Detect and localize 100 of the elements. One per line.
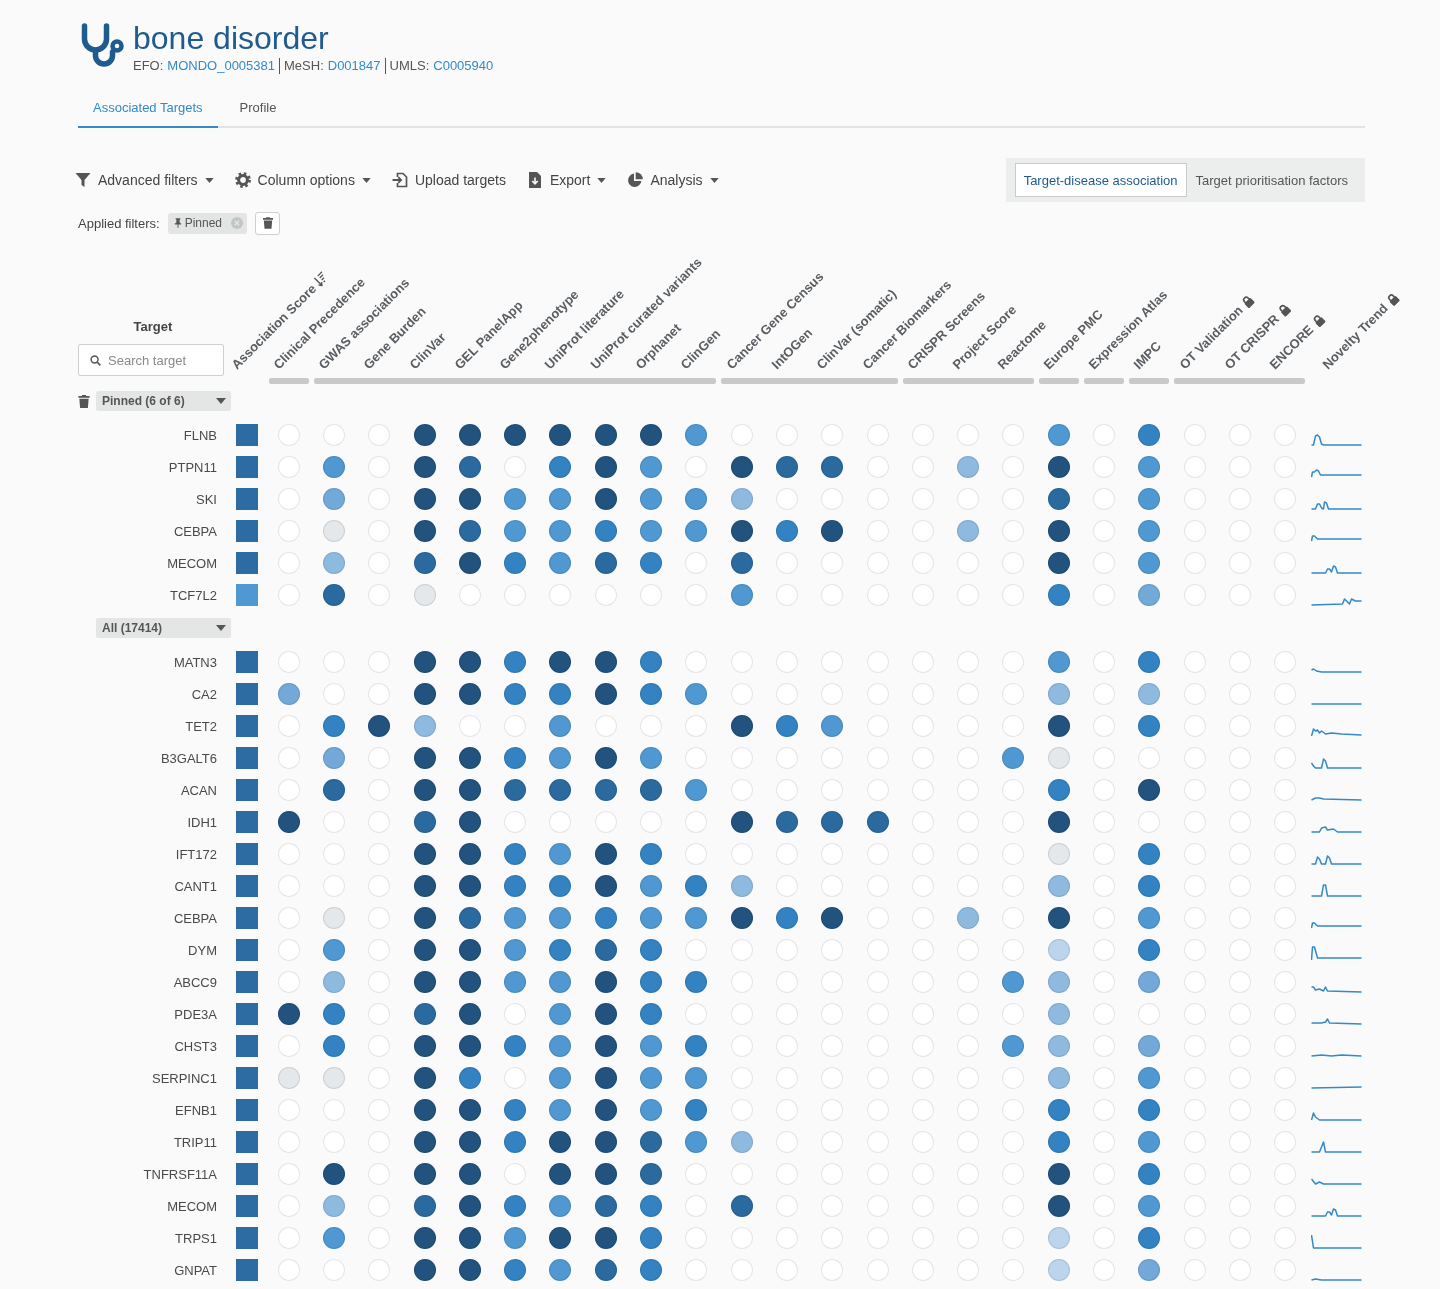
toggle-option[interactable]: Target-disease association — [1014, 163, 1187, 197]
trend-sparkline — [1310, 1086, 1362, 1089]
caret-icon — [216, 625, 226, 631]
score-square-icon[interactable] — [236, 971, 258, 993]
score-square-icon[interactable] — [236, 939, 258, 961]
score-square-icon[interactable] — [236, 1035, 258, 1057]
column-group-bar — [1083, 378, 1125, 384]
trend-sparkline — [1310, 728, 1362, 737]
score-square-icon[interactable] — [236, 1227, 258, 1249]
trend-sparkline — [1310, 434, 1362, 446]
search-field[interactable]: Search target — [78, 344, 224, 376]
target-name[interactable]: SKI — [196, 491, 228, 507]
score-square-icon[interactable] — [236, 1195, 258, 1217]
trend-sparkline — [1310, 986, 1362, 993]
target-name[interactable]: CEBPA — [173, 910, 228, 926]
trend-sparkline — [1310, 565, 1362, 574]
score-square-icon[interactable] — [236, 1259, 258, 1281]
trend-sparkline — [1310, 703, 1362, 705]
target-name[interactable]: ACAN — [180, 782, 228, 798]
target-name[interactable]: TRPS1 — [175, 1230, 228, 1246]
score-square-icon[interactable] — [236, 1099, 258, 1121]
trend-sparkline — [1310, 1234, 1362, 1249]
section-dropdown[interactable]: Pinned (6 of 6) — [96, 391, 231, 411]
score-square-icon[interactable] — [236, 456, 258, 478]
target-name[interactable]: MECOM — [167, 555, 228, 571]
score-square-icon[interactable] — [236, 584, 258, 606]
score-square-icon[interactable] — [236, 552, 258, 574]
toolbar-button[interactable]: Analysis — [627, 168, 719, 192]
target-name[interactable]: TCF7L2 — [170, 587, 228, 603]
toolbar-button[interactable]: Column options — [234, 168, 371, 192]
trend-sparkline — [1310, 1278, 1362, 1281]
score-square-icon[interactable] — [236, 424, 258, 446]
target-name[interactable]: ABCC9 — [173, 974, 228, 990]
score-square-icon[interactable] — [236, 747, 258, 769]
score-square-icon[interactable] — [236, 875, 258, 897]
toolbar-button[interactable]: Advanced filters — [75, 168, 214, 192]
target-name[interactable]: IFT172 — [175, 846, 228, 862]
column-group-bar — [1038, 378, 1079, 384]
score-square-icon[interactable] — [236, 1003, 258, 1025]
caret-icon — [216, 398, 226, 404]
target-name[interactable]: CHST3 — [174, 1038, 228, 1054]
score-square-icon[interactable] — [236, 1067, 258, 1089]
target-name[interactable]: DYM — [188, 942, 228, 958]
target-name[interactable]: MECOM — [167, 1198, 228, 1214]
score-square-icon[interactable] — [236, 683, 258, 705]
close-icon[interactable] — [231, 217, 244, 229]
id-label: MeSH: — [284, 58, 324, 74]
filter-icon — [75, 172, 91, 188]
target-header: Target — [133, 319, 173, 334]
score-square-icon[interactable] — [236, 1163, 258, 1185]
toggle-option[interactable]: Target prioritisation factors — [1186, 163, 1357, 197]
trend-sparkline — [1310, 826, 1362, 833]
id-link[interactable]: MONDO_0005381 — [167, 58, 275, 74]
target-name[interactable]: PTPN11 — [168, 459, 228, 475]
trend-sparkline — [1310, 1208, 1362, 1217]
tab[interactable]: Associated Targets — [78, 88, 218, 128]
target-name[interactable]: CEBPA — [173, 523, 228, 539]
score-square-icon[interactable] — [236, 651, 258, 673]
target-name[interactable]: SERPINC1 — [151, 1070, 228, 1086]
score-square-icon[interactable] — [236, 715, 258, 737]
toolbar-button[interactable]: Export — [526, 168, 607, 192]
target-name[interactable]: MATN3 — [173, 654, 228, 670]
target-name[interactable]: TNFRSF11A — [143, 1166, 228, 1182]
disease-title: bone disorder — [133, 20, 329, 56]
target-name[interactable]: IDH1 — [187, 814, 228, 830]
id-link[interactable]: C0005940 — [433, 58, 494, 74]
score-square-icon[interactable] — [236, 488, 258, 510]
target-name[interactable]: GNPAT — [174, 1262, 228, 1278]
target-name[interactable]: CANT1 — [174, 878, 228, 894]
tab[interactable]: Profile — [224, 88, 292, 128]
search-icon — [90, 355, 101, 366]
trend-sparkline — [1310, 1018, 1362, 1025]
score-square-icon[interactable] — [236, 520, 258, 542]
toolbar-button[interactable]: Upload targets — [391, 168, 506, 192]
target-name[interactable]: EFNB1 — [175, 1102, 228, 1118]
target-name[interactable]: TET2 — [185, 718, 228, 734]
score-square-icon[interactable] — [236, 843, 258, 865]
trend-sparkline — [1310, 501, 1362, 510]
score-square-icon[interactable] — [236, 811, 258, 833]
trend-sparkline — [1310, 469, 1362, 478]
target-name[interactable]: FLNB — [183, 427, 228, 443]
clear-filters-button[interactable] — [255, 211, 281, 235]
score-square-icon[interactable] — [236, 907, 258, 929]
target-name[interactable]: CA2 — [191, 686, 228, 702]
file-download-icon — [526, 172, 543, 188]
trend-sparkline — [1310, 1141, 1362, 1153]
target-name[interactable]: PDE3A — [174, 1006, 228, 1022]
chip-label: Pinned — [184, 216, 223, 230]
trash-icon[interactable] — [78, 394, 90, 408]
pin-icon — [173, 218, 182, 228]
trend-sparkline — [1310, 797, 1362, 801]
filter-chip[interactable]: Pinned — [167, 212, 248, 234]
score-square-icon[interactable] — [236, 779, 258, 801]
score-square-icon[interactable] — [236, 1131, 258, 1153]
id-link[interactable]: D001847 — [327, 58, 381, 74]
section-dropdown[interactable]: All (17414) — [96, 618, 231, 638]
trend-sparkline — [1310, 1054, 1362, 1057]
target-name[interactable]: B3GALT6 — [160, 750, 228, 766]
column-group-bar — [268, 378, 309, 384]
target-name[interactable]: TRIP11 — [173, 1134, 228, 1150]
